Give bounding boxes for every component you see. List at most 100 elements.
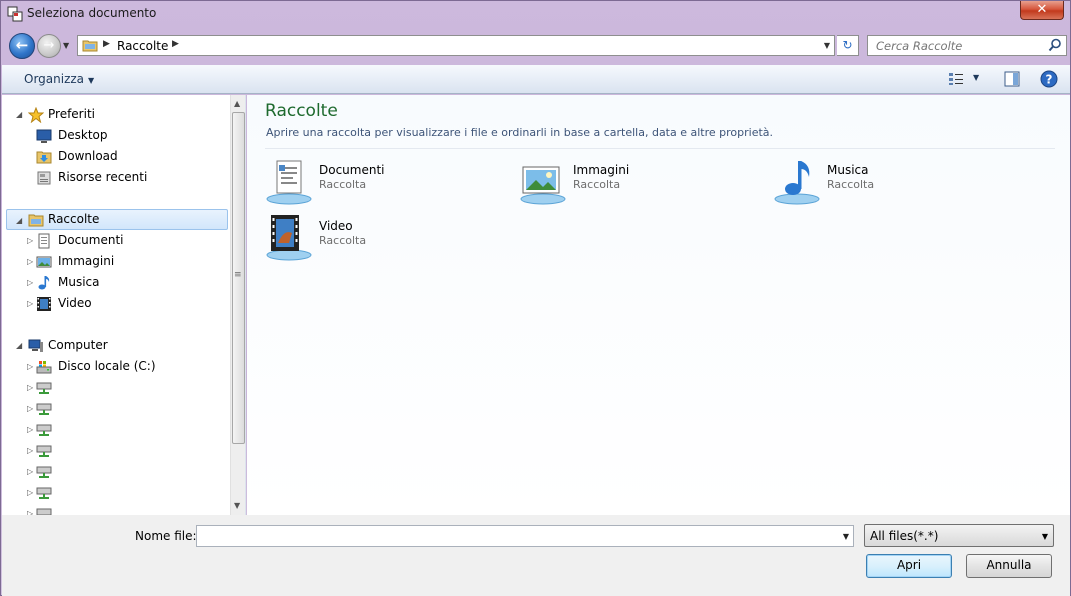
tree-label: Computer bbox=[48, 338, 108, 352]
expand-arrow-icon[interactable]: ▷ bbox=[27, 461, 33, 482]
tree-item-network-drive[interactable]: ▷ bbox=[6, 440, 228, 461]
library-type: Raccolta bbox=[319, 234, 367, 247]
tree-item-pictures[interactable]: ▷ Immagini bbox=[6, 251, 228, 272]
tree-item-network-drive[interactable]: ▷ bbox=[6, 503, 228, 515]
local-disk-icon bbox=[36, 361, 52, 374]
library-name: Musica bbox=[827, 163, 869, 177]
collapse-arrow-icon[interactable]: ◢ bbox=[16, 104, 22, 125]
address-bar[interactable]: ▶ Raccolte ▶ ▼ bbox=[77, 35, 835, 56]
tree-item-network-drive[interactable]: ▷ bbox=[6, 398, 228, 419]
network-drive-icon bbox=[36, 487, 52, 499]
close-button[interactable]: ✕ bbox=[1020, 1, 1064, 20]
tree-item-music[interactable]: ▷ Musica bbox=[6, 272, 228, 293]
cancel-button[interactable]: Annulla bbox=[966, 554, 1052, 578]
tree-label: Documenti bbox=[58, 233, 124, 247]
chevron-down-icon[interactable]: ▼ bbox=[843, 532, 849, 541]
help-icon[interactable]: ? bbox=[1040, 70, 1058, 88]
tree-item-documents[interactable]: ▷ Documenti bbox=[6, 230, 228, 251]
libraries-folder-icon bbox=[82, 40, 98, 52]
network-drive-icon bbox=[36, 445, 52, 457]
tree-item-video[interactable]: ▷ Video bbox=[6, 293, 228, 314]
download-folder-icon bbox=[36, 151, 52, 164]
expand-arrow-icon[interactable]: ▷ bbox=[27, 251, 33, 272]
expand-arrow-icon[interactable]: ▷ bbox=[27, 272, 33, 293]
tree-item-recent-places[interactable]: Risorse recenti bbox=[6, 167, 228, 188]
expand-arrow-icon[interactable]: ▷ bbox=[27, 440, 33, 461]
search-icon[interactable] bbox=[1048, 38, 1062, 52]
address-row: ← → ▼ ▶ Raccolte ▶ ▼ ↻ bbox=[1, 29, 1070, 63]
tree-item-network-drive[interactable]: ▷ bbox=[6, 482, 228, 503]
file-type-select[interactable]: All files(*.*) ▼ bbox=[864, 524, 1054, 547]
tree-item-network-drive[interactable]: ▷ bbox=[6, 461, 228, 482]
pictures-library-icon bbox=[520, 166, 566, 205]
view-options-dropdown-icon[interactable]: ▼ bbox=[973, 73, 979, 82]
search-box[interactable] bbox=[867, 35, 1067, 56]
filename-combobox[interactable]: ▼ bbox=[196, 525, 854, 547]
expand-arrow-icon[interactable]: ▷ bbox=[27, 356, 33, 377]
expand-arrow-icon[interactable]: ▷ bbox=[27, 377, 33, 398]
tree-item-network-drive[interactable]: ▷ bbox=[6, 377, 228, 398]
search-input[interactable] bbox=[868, 36, 1044, 55]
page-description: Aprire una raccolta per visualizzare i f… bbox=[266, 126, 774, 139]
nav-scrollbar[interactable]: ▲ ≡ ▼ bbox=[230, 95, 245, 515]
expand-arrow-icon[interactable]: ▷ bbox=[27, 230, 33, 251]
music-library-icon bbox=[774, 161, 820, 205]
network-drive-icon bbox=[36, 424, 52, 436]
expand-arrow-icon[interactable]: ▷ bbox=[27, 293, 33, 314]
network-drive-icon bbox=[36, 403, 52, 415]
collapse-arrow-icon[interactable]: ◢ bbox=[16, 335, 22, 356]
expand-arrow-icon[interactable]: ▷ bbox=[27, 419, 33, 440]
star-icon bbox=[28, 107, 44, 123]
library-name: Immagini bbox=[573, 163, 630, 177]
library-music[interactable]: Musica Raccolta bbox=[773, 157, 1013, 209]
expand-arrow-icon[interactable]: ▷ bbox=[27, 503, 33, 515]
tree-label: Musica bbox=[58, 275, 100, 289]
app-icon bbox=[7, 6, 23, 22]
recent-places-icon bbox=[37, 171, 51, 185]
forward-button[interactable]: → bbox=[37, 34, 61, 58]
tree-item-download[interactable]: Download bbox=[6, 146, 228, 167]
library-pictures[interactable]: Immagini Raccolta bbox=[519, 157, 759, 209]
scroll-up-arrow-icon[interactable]: ▲ bbox=[234, 99, 240, 108]
svg-text:?: ? bbox=[1046, 73, 1053, 87]
recent-pages-dropdown-icon[interactable]: ▼ bbox=[63, 41, 69, 50]
chevron-down-icon[interactable]: ▼ bbox=[1042, 532, 1048, 541]
expand-arrow-icon[interactable]: ▷ bbox=[27, 482, 33, 503]
tree-item-computer[interactable]: ◢ Computer bbox=[6, 335, 228, 356]
breadcrumb-separator-icon[interactable]: ▶ bbox=[172, 39, 179, 49]
tree-item-network-drive[interactable]: ▷ bbox=[6, 419, 228, 440]
preview-pane-icon[interactable] bbox=[1004, 71, 1020, 87]
video-icon bbox=[37, 297, 51, 311]
organize-menu-button[interactable]: Organizza ▼ bbox=[24, 72, 94, 86]
documents-library-icon bbox=[266, 160, 312, 205]
address-history-dropdown-icon[interactable]: ▼ bbox=[824, 41, 830, 50]
scroll-down-arrow-icon[interactable]: ▼ bbox=[234, 501, 240, 510]
tree-label: Disco locale (C:) bbox=[58, 359, 156, 373]
back-button[interactable]: ← bbox=[9, 33, 35, 59]
library-video[interactable]: Video Raccolta bbox=[265, 213, 505, 265]
tree-label: Risorse recenti bbox=[58, 170, 148, 184]
tree-item-favorites[interactable]: ◢ Preferiti bbox=[6, 104, 228, 125]
tree-item-desktop[interactable]: Desktop bbox=[6, 125, 228, 146]
organize-label: Organizza bbox=[24, 72, 85, 86]
open-button[interactable]: Apri bbox=[866, 554, 952, 578]
window-title: Seleziona documento bbox=[27, 6, 157, 20]
network-drive-icon bbox=[36, 508, 52, 515]
breadcrumb-item[interactable]: Raccolte bbox=[117, 39, 168, 53]
content-pane[interactable]: Raccolte Aprire una raccolta per visuali… bbox=[247, 95, 1070, 515]
tree-label: Immagini bbox=[58, 254, 115, 268]
breadcrumb-separator-icon[interactable]: ▶ bbox=[103, 39, 110, 49]
tree-item-libraries[interactable]: ◢ Raccolte bbox=[6, 209, 228, 230]
library-type: Raccolta bbox=[573, 178, 621, 191]
filename-label: Nome file: bbox=[135, 529, 197, 543]
page-title: Raccolte bbox=[265, 101, 338, 121]
library-documents[interactable]: Documenti Raccolta bbox=[265, 157, 505, 209]
collapse-arrow-icon[interactable]: ◢ bbox=[16, 210, 22, 231]
change-view-icon[interactable] bbox=[948, 72, 964, 86]
title-bar[interactable]: Seleziona documento ✕ bbox=[1, 1, 1070, 27]
tree-item-local-disk[interactable]: ▷ Disco locale (C:) bbox=[6, 356, 228, 377]
refresh-button[interactable]: ↻ bbox=[837, 35, 859, 56]
navigation-pane[interactable]: ◢ Preferiti Desktop Download Risorse rec… bbox=[2, 95, 246, 515]
filename-input[interactable] bbox=[197, 526, 827, 546]
expand-arrow-icon[interactable]: ▷ bbox=[27, 398, 33, 419]
